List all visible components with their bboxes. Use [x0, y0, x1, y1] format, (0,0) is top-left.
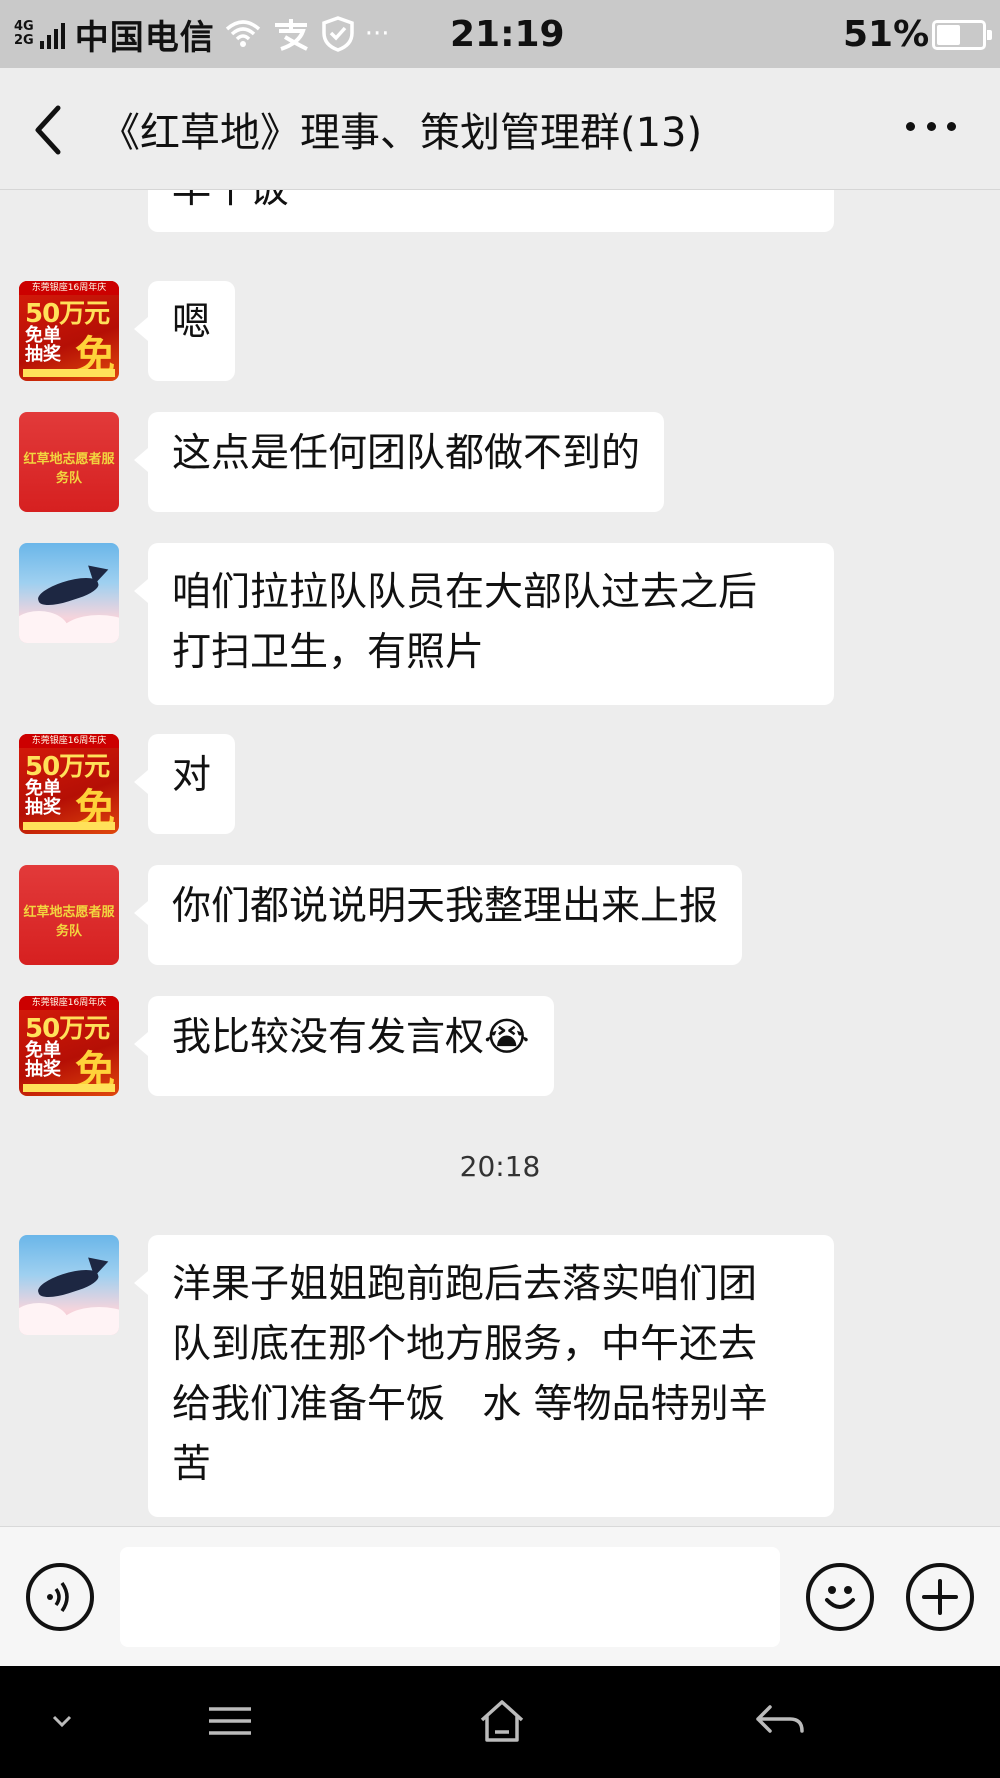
- message-bubble[interactable]: 嗯: [133, 281, 236, 381]
- wifi-icon: [225, 20, 260, 47]
- avatar-line-2: 抽奖: [25, 1059, 61, 1080]
- avatar[interactable]: 东莞银座16周年庆 50万元 免单 抽奖 免: [19, 734, 119, 834]
- emoji-icon[interactable]: [806, 1563, 874, 1631]
- avatar-line-2: 抽奖: [25, 797, 61, 818]
- plus-glyph: [922, 1579, 958, 1615]
- message-bubble[interactable]: 你们都说说明天我整理出来上报: [133, 865, 743, 965]
- message-line: 打扫卫生，有照片: [172, 630, 485, 675]
- carrier-name: 中国电信: [74, 17, 215, 58]
- message-line: 队到底在那个地方服务，中午还去: [172, 1322, 758, 1367]
- message-bubble[interactable]: 我比较没有发言权😭: [134, 996, 554, 1096]
- avatar[interactable]: 红草地志愿者服务队: [19, 412, 119, 512]
- more-status-icon: ···: [364, 19, 390, 49]
- input-bar: [0, 1526, 1000, 1666]
- message-text: 早午饭: [172, 190, 289, 212]
- smiley-glyph: [825, 1586, 855, 1609]
- message-bubble[interactable]: 早午饭: [148, 190, 834, 232]
- network-top: 4G: [14, 19, 34, 34]
- avatar[interactable]: [19, 543, 119, 643]
- status-time: 21:19: [450, 14, 565, 55]
- message-input[interactable]: [120, 1547, 780, 1647]
- message-clip: 早午饭: [0, 190, 1000, 260]
- avatar-lines: 免单 抽奖: [25, 326, 61, 364]
- message-line: 给我们准备午饭 水 等物品特别辛: [172, 1382, 768, 1427]
- plus-icon[interactable]: [906, 1563, 974, 1631]
- avatar-line-1: 免单: [25, 778, 61, 799]
- avatar[interactable]: 东莞银座16周年庆 50万元 免单 抽奖 免: [19, 281, 119, 381]
- battery-icon: [932, 20, 992, 50]
- nav-menu-icon[interactable]: [200, 1696, 260, 1746]
- avatar[interactable]: [19, 1235, 119, 1335]
- back-icon[interactable]: [28, 102, 76, 158]
- message-bubble[interactable]: 咱们拉拉队队员在大部队过去之后 打扫卫生，有照片: [134, 543, 834, 705]
- avatar-lines: 免单 抽奖: [25, 1041, 61, 1079]
- time-divider: 20:18: [459, 1150, 541, 1183]
- message-bubble[interactable]: 洋果子姐姐跑前跑后去落实咱们团 队到底在那个地方服务，中午还去 给我们准备午饭 …: [134, 1235, 834, 1517]
- avatar[interactable]: 东莞银座16周年庆 50万元 免单 抽奖 免: [19, 996, 119, 1096]
- message-line: 咱们拉拉队队员在大部队过去之后: [172, 570, 758, 615]
- network-type: 4G 2G: [14, 20, 34, 48]
- system-nav-bar: [0, 1666, 1000, 1778]
- nav-back-icon[interactable]: [750, 1696, 810, 1746]
- avatar-line-2: 抽奖: [25, 344, 61, 365]
- avatar-caption: 红草地志愿者服务队: [23, 452, 115, 486]
- message-text: 对: [172, 753, 212, 798]
- avatar-line-1: 免单: [25, 325, 61, 346]
- more-icon[interactable]: [906, 116, 956, 136]
- message-bubble[interactable]: 这点是任何团队都做不到的: [133, 412, 665, 512]
- battery-percent: 51%: [843, 14, 930, 55]
- avatar[interactable]: 红草地志愿者服务队: [19, 865, 119, 965]
- voice-icon[interactable]: [26, 1563, 94, 1631]
- message-text: 我比较没有发言权: [172, 1015, 485, 1060]
- nav-down-icon[interactable]: [32, 1696, 92, 1746]
- avatar-lines: 免单 抽奖: [25, 779, 61, 817]
- crying-laughing-emoji: 😭: [484, 1015, 530, 1060]
- shield-icon: [321, 16, 354, 52]
- status-bar: 4G 2G 中国电信 ··· 21:19 51%: [0, 0, 1000, 68]
- status-left: 4G 2G 中国电信 ···: [14, 10, 390, 58]
- chat-title: 《红草地》理事、策划管理群(13): [100, 110, 703, 156]
- message-text: 你们都说说明天我整理出来上报: [172, 884, 719, 929]
- message-line: 苦: [172, 1442, 212, 1487]
- alipay-icon: [274, 19, 308, 51]
- avatar-caption: 红草地志愿者服务队: [23, 905, 115, 939]
- voice-glyph: [47, 1581, 69, 1613]
- nav-home-icon[interactable]: [472, 1696, 532, 1746]
- message-line: 洋果子姐姐跑前跑后去落实咱们团: [172, 1262, 758, 1307]
- message-text: 这点是任何团队都做不到的: [172, 431, 641, 476]
- message-bubble[interactable]: 对: [133, 734, 236, 834]
- network-bottom: 2G: [14, 33, 34, 48]
- chat-header: 《红草地》理事、策划管理群(13): [0, 68, 1000, 190]
- signal-icon: [39, 19, 65, 49]
- message-text: 嗯: [172, 300, 212, 345]
- avatar-line-1: 免单: [25, 1040, 61, 1061]
